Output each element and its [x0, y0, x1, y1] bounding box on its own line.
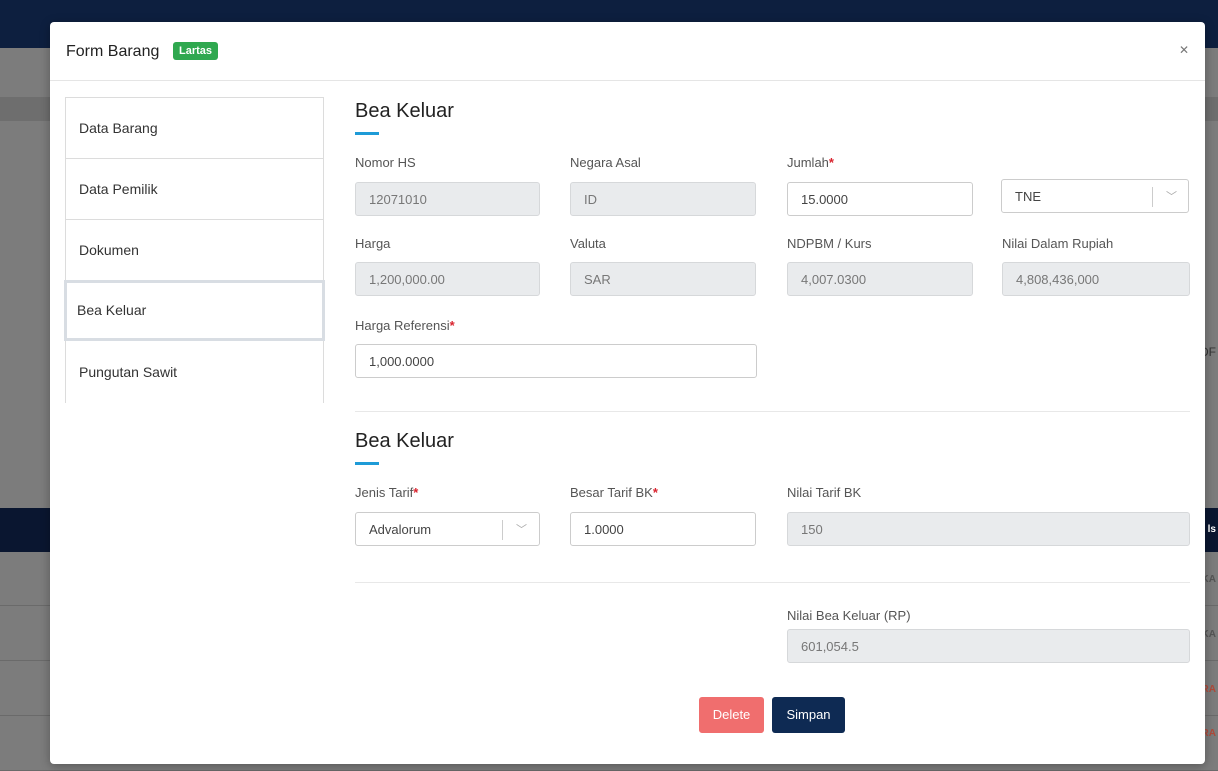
form-sidenav: Data Barang Data Pemilik Dokumen Bea Kel…: [64, 97, 325, 403]
select-separator: [1152, 187, 1153, 207]
jenis-tarif-label: Jenis Tarif*: [355, 485, 419, 500]
nilai-tarif-label: Nilai Tarif BK: [787, 485, 862, 500]
section-divider: [355, 411, 1190, 412]
valuta-field[interactable]: SAR: [570, 262, 756, 296]
form-barang-modal: Form Barang Lartas ✕ Data Barang Data Pe…: [50, 22, 1205, 764]
nilai-bea-keluar-label: Nilai Bea Keluar (RP): [787, 608, 911, 623]
sidenav-item-data-pemilik[interactable]: Data Pemilik: [66, 159, 323, 220]
section-title-bea-keluar-tarif: Bea Keluar: [355, 430, 454, 452]
simpan-button[interactable]: Simpan: [772, 697, 845, 733]
satuan-select[interactable]: TNE ﹀: [1001, 179, 1189, 213]
required-mark: *: [449, 318, 455, 333]
sidenav-item-bea-keluar[interactable]: Bea Keluar: [64, 280, 325, 341]
required-mark: *: [413, 485, 419, 500]
harga-referensi-input[interactable]: 1,000.0000: [355, 344, 757, 378]
lartas-badge: Lartas: [173, 42, 219, 60]
section-underline: [355, 132, 379, 135]
nomor-hs-field[interactable]: 12071010: [355, 182, 540, 216]
besar-tarif-label: Besar Tarif BK*: [570, 485, 658, 500]
negara-asal-field[interactable]: ID: [570, 182, 756, 216]
harga-label: Harga: [355, 236, 391, 251]
delete-button[interactable]: Delete: [699, 697, 764, 733]
sidenav-item-data-barang[interactable]: Data Barang: [66, 98, 323, 159]
besar-tarif-input[interactable]: 1.0000: [570, 512, 756, 546]
required-mark: *: [828, 155, 834, 170]
background-edge-text: ls: [1207, 524, 1216, 535]
harga-referensi-label: Harga Referensi*: [355, 318, 455, 333]
jenis-tarif-select-value: Advalorum: [369, 522, 432, 537]
nilai-rupiah-label: Nilai Dalam Rupiah: [1002, 236, 1114, 251]
sidenav-item-pungutan-sawit[interactable]: Pungutan Sawit: [66, 342, 323, 403]
chevron-down-icon[interactable]: ﹀: [516, 513, 527, 547]
nilai-tarif-field[interactable]: 150: [787, 512, 1190, 546]
jenis-tarif-select[interactable]: Advalorum ﹀: [355, 512, 540, 546]
section-underline: [355, 462, 379, 465]
chevron-down-icon[interactable]: ﹀: [1166, 180, 1177, 214]
harga-field[interactable]: 1,200,000.00: [355, 262, 540, 296]
sidenav-item-dokumen[interactable]: Dokumen: [66, 220, 323, 281]
nilai-bea-keluar-field[interactable]: 601,054.5: [787, 629, 1190, 663]
jumlah-input[interactable]: 15.0000: [787, 182, 973, 216]
ndpbm-field[interactable]: 4,007.0300: [787, 262, 973, 296]
close-icon[interactable]: ✕: [1179, 43, 1189, 57]
nomor-hs-label: Nomor HS: [355, 155, 416, 170]
required-mark: *: [652, 485, 658, 500]
modal-title: Form Barang: [66, 43, 160, 60]
valuta-label: Valuta: [570, 236, 606, 251]
ndpbm-label: NDPBM / Kurs: [787, 236, 872, 251]
negara-asal-label: Negara Asal: [570, 155, 641, 170]
modal-header: Form Barang Lartas ✕: [50, 22, 1205, 81]
jumlah-label: Jumlah*: [787, 155, 834, 170]
select-separator: [502, 520, 503, 540]
section-title-bea-keluar: Bea Keluar: [355, 100, 454, 122]
section-divider: [355, 582, 1190, 583]
satuan-select-value: TNE: [1015, 189, 1041, 204]
nilai-rupiah-field[interactable]: 4,808,436,000: [1002, 262, 1190, 296]
